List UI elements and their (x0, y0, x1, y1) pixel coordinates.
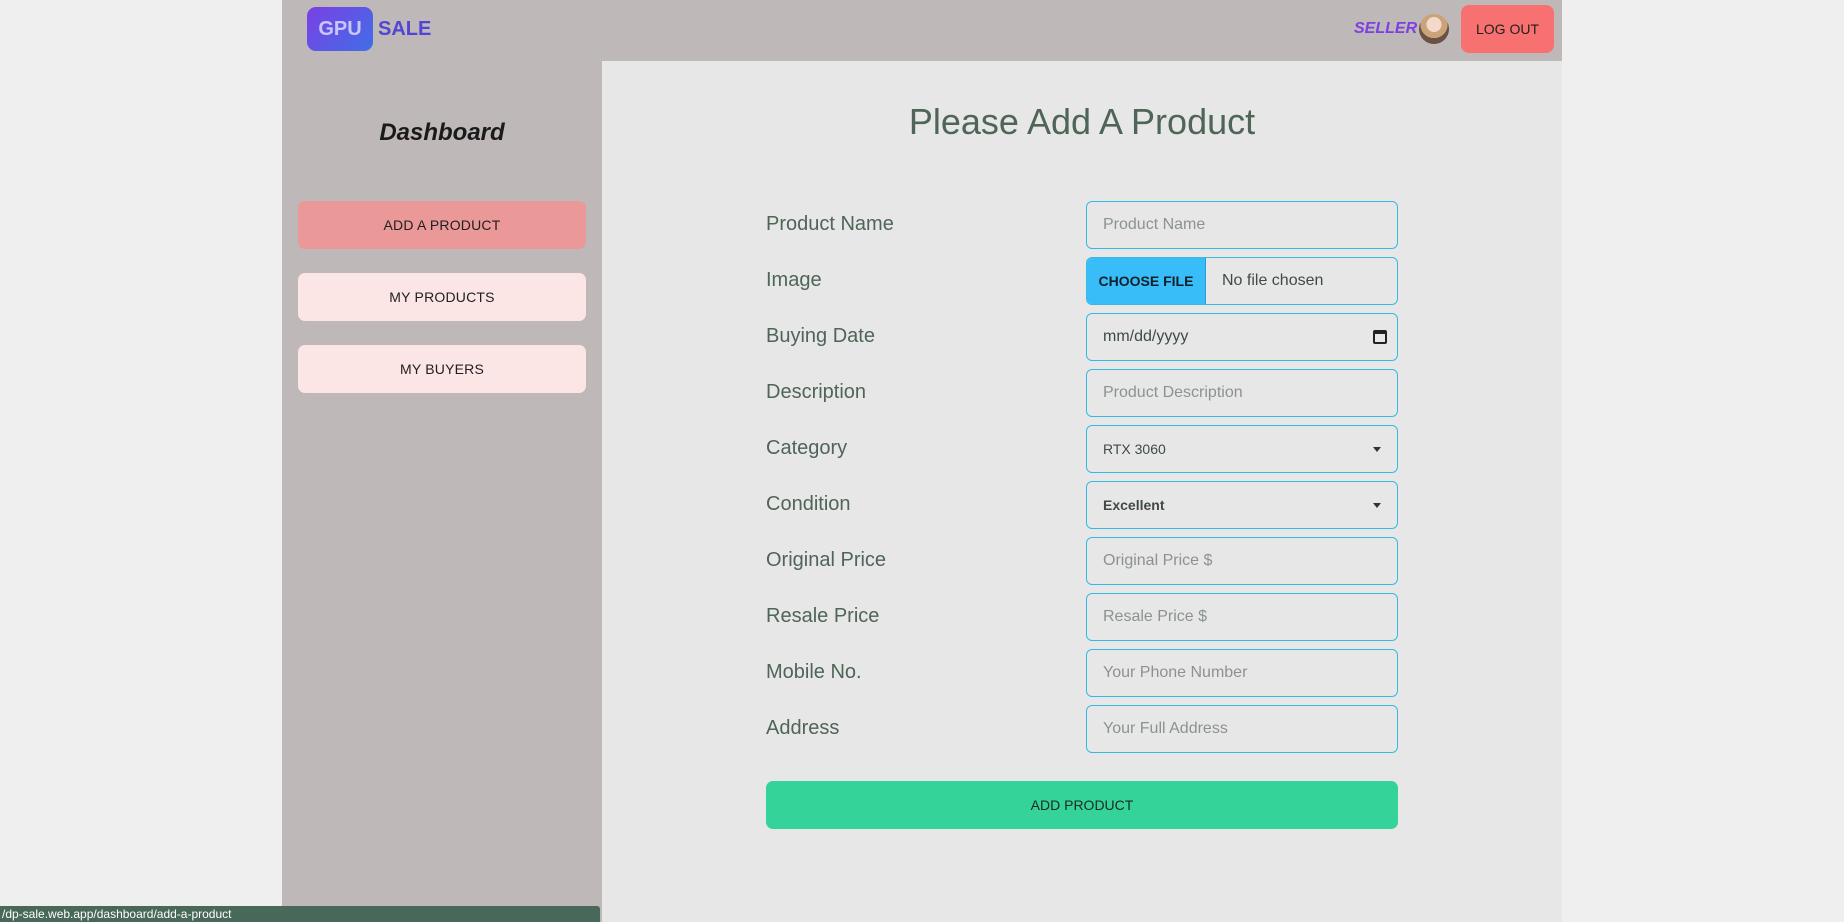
category-label: Category (766, 437, 848, 459)
status-bar-url: /dp-sale.web.app/dashboard/add-a-product (0, 906, 600, 922)
user-role-label: SELLER (1354, 20, 1418, 37)
form-row-mobile: Mobile No. Your Phone Number (766, 649, 1398, 697)
sidebar: Dashboard ADD A PRODUCT MY PRODUCTS MY B… (282, 61, 602, 922)
condition-select[interactable]: Excellent (1086, 481, 1398, 529)
sidebar-item-my-buyers[interactable]: MY BUYERS (298, 345, 586, 393)
form-row-category: Category RTX 3060 (766, 425, 1398, 473)
original-price-input[interactable]: Original Price $ (1086, 537, 1398, 585)
condition-label: Condition (766, 493, 851, 515)
mobile-label: Mobile No. (766, 661, 862, 683)
category-value: RTX 3060 (1103, 441, 1166, 457)
image-file-input[interactable]: CHOOSE FILE No file chosen (1086, 257, 1398, 305)
original-price-label: Original Price (766, 549, 887, 571)
calendar-icon[interactable] (1373, 330, 1387, 344)
form-row-resale-price: Resale Price Resale Price $ (766, 593, 1398, 641)
chevron-down-icon (1373, 502, 1381, 508)
logo-gpu-badge: GPU (307, 7, 373, 51)
chevron-down-icon (1373, 446, 1381, 452)
form-row-buying-date: Buying Date mm/dd/yyyy (766, 313, 1398, 361)
description-label: Description (766, 381, 867, 403)
choose-file-button[interactable]: CHOOSE FILE (1087, 258, 1206, 304)
category-select[interactable]: RTX 3060 (1086, 425, 1398, 473)
sidebar-item-add-a-product[interactable]: ADD A PRODUCT (298, 201, 586, 249)
resale-price-label: Resale Price (766, 605, 880, 627)
top-navbar: GPU SALE SELLER LOG OUT (282, 0, 1562, 61)
form-row-condition: Condition Excellent (766, 481, 1398, 529)
image-label: Image (766, 269, 822, 291)
address-input[interactable]: Your Full Address (1086, 705, 1398, 753)
sidebar-item-my-products[interactable]: MY PRODUCTS (298, 273, 586, 321)
page-title: Please Add A Product (908, 101, 1256, 142)
mobile-input[interactable]: Your Phone Number (1086, 649, 1398, 697)
main-content: Please Add A Product Product Name Produc… (602, 61, 1562, 922)
buying-date-label: Buying Date (766, 325, 875, 347)
form-row-original-price: Original Price Original Price $ (766, 537, 1398, 585)
address-label: Address (766, 717, 840, 739)
form-row-image: Image CHOOSE FILE No file chosen (766, 257, 1398, 305)
logo[interactable]: GPU SALE (307, 7, 431, 51)
sidebar-title: Dashboard (379, 119, 505, 146)
buying-date-value: mm/dd/yyyy (1103, 328, 1189, 345)
resale-price-input[interactable]: Resale Price $ (1086, 593, 1398, 641)
product-name-label: Product Name (766, 213, 894, 235)
logo-sale-text: SALE (378, 17, 432, 40)
product-name-input[interactable]: Product Name (1086, 201, 1398, 249)
form-row-address: Address Your Full Address (766, 705, 1398, 753)
condition-value: Excellent (1103, 497, 1165, 513)
add-product-button[interactable]: ADD PRODUCT (766, 781, 1398, 829)
buying-date-input[interactable]: mm/dd/yyyy (1086, 313, 1398, 361)
description-input[interactable]: Product Description (1086, 369, 1398, 417)
logout-button[interactable]: LOG OUT (1461, 5, 1554, 53)
form-row-product-name: Product Name Product Name (766, 201, 1398, 249)
avatar[interactable] (1419, 14, 1449, 44)
form-row-description: Description Product Description (766, 369, 1398, 417)
file-status-text: No file chosen (1222, 272, 1324, 289)
app-root: GPU SALE SELLER LOG OUT Dashboard ADD A … (282, 0, 1562, 922)
